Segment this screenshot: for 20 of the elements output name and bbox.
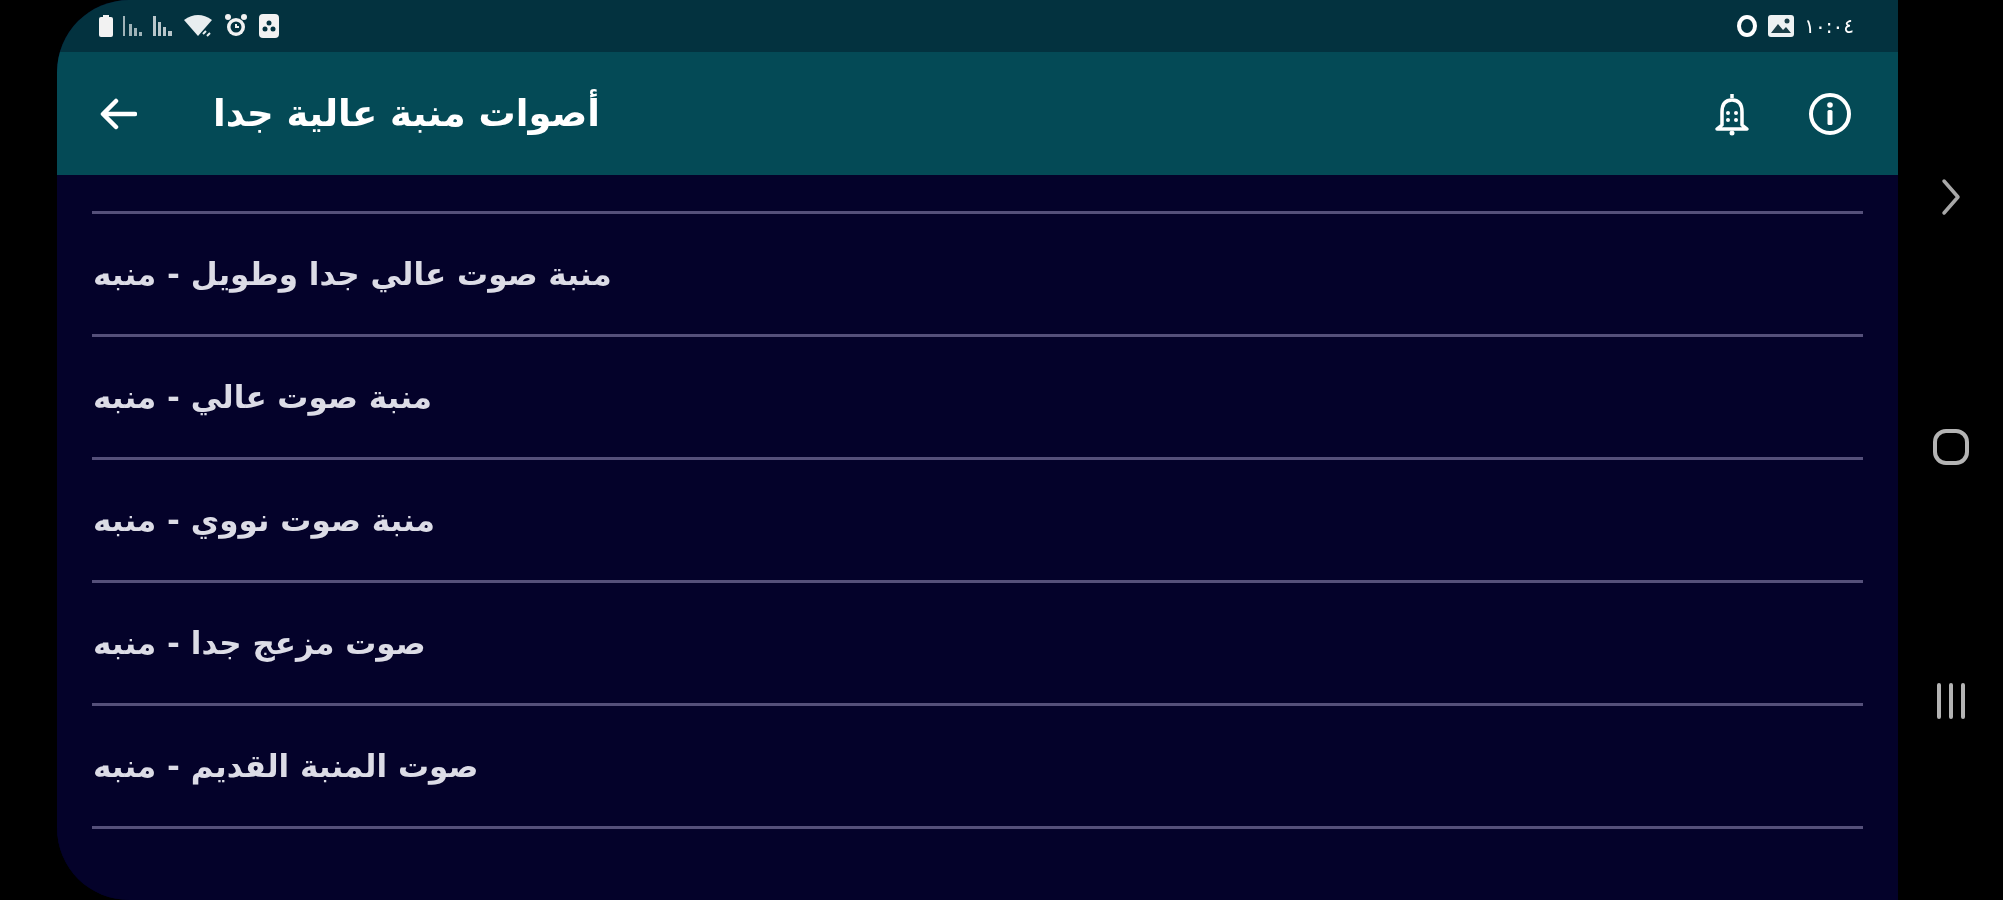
image-icon — [1768, 15, 1795, 37]
status-time: ١٠:٠٤ — [1804, 14, 1854, 38]
info-icon[interactable] — [1808, 91, 1852, 136]
signal-icon — [153, 16, 173, 36]
sound-list-item[interactable]: منبة صوت عالي - منبه — [93, 377, 432, 417]
back-icon[interactable] — [99, 97, 137, 130]
sound-list-item[interactable]: صوت المنبة القديم - منبه — [93, 746, 479, 786]
battery-icon — [99, 15, 113, 37]
screen-title: أصوات منبة عالية جدا — [213, 90, 601, 137]
alarm-clock-icon — [223, 13, 249, 39]
notification-icon — [259, 14, 279, 38]
signal-icon — [123, 16, 143, 36]
chevron-right-icon[interactable] — [1940, 178, 1961, 216]
wifi-icon — [183, 14, 213, 38]
home-icon[interactable] — [1931, 428, 1970, 466]
sound-list-item[interactable]: منبة صوت عالي جدا وطويل - منبه — [93, 254, 612, 294]
sound-list-item[interactable]: منبة صوت نووي - منبه — [93, 500, 435, 540]
bell-icon[interactable] — [1714, 91, 1750, 136]
ring-icon — [1736, 14, 1759, 38]
sound-list-item[interactable]: صوت مزعج جدا - منبه — [93, 623, 426, 663]
